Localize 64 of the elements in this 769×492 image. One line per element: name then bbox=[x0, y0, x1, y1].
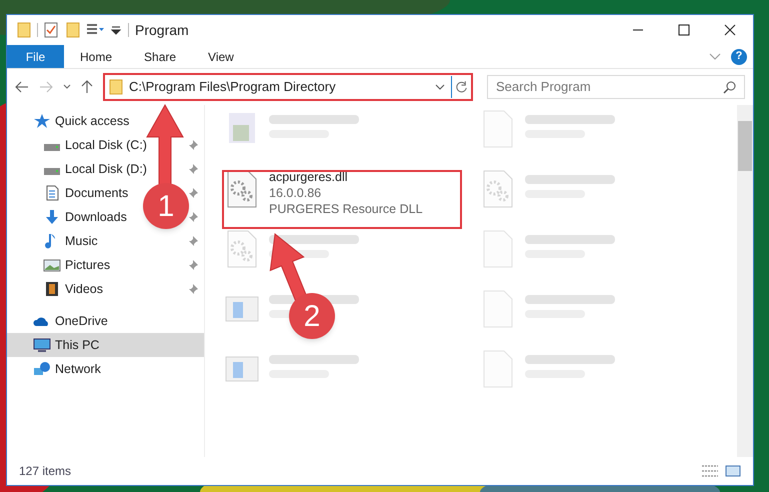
toolbar-divider bbox=[128, 23, 129, 37]
pin-icon[interactable] bbox=[188, 164, 198, 174]
sidebar-item[interactable]: Videos bbox=[43, 280, 103, 298]
monitor-icon bbox=[33, 337, 51, 353]
pin-icon[interactable] bbox=[188, 260, 198, 270]
scrollbar-thumb[interactable] bbox=[738, 121, 752, 171]
download-icon bbox=[43, 209, 61, 225]
dropdown-icon[interactable] bbox=[110, 25, 122, 35]
chevron-down-icon[interactable] bbox=[435, 84, 445, 90]
search-input[interactable]: Search Program bbox=[496, 77, 723, 97]
properties-icon[interactable] bbox=[44, 22, 58, 38]
gear-file-icon bbox=[225, 169, 259, 209]
file-item[interactable]: acpurgeres.dll 16.0.0.86 PURGERES Resource DLL bbox=[269, 169, 423, 217]
file-detail: PURGERES Resource DLL bbox=[269, 201, 423, 217]
folder-icon bbox=[17, 22, 31, 38]
new-folder-icon bbox=[66, 22, 80, 38]
view-options-icon[interactable] bbox=[86, 23, 106, 37]
ribbon-tab[interactable]: Home bbox=[64, 45, 128, 68]
chevron-down-icon[interactable] bbox=[63, 84, 71, 90]
drive-icon bbox=[43, 144, 61, 150]
pin-icon[interactable] bbox=[188, 140, 198, 150]
drive-icon bbox=[43, 168, 61, 174]
file-name: acpurgeres.dll bbox=[269, 169, 349, 185]
file-icon bbox=[481, 229, 515, 269]
film-icon bbox=[43, 281, 61, 297]
pin-icon[interactable] bbox=[188, 188, 198, 198]
up-arrow-icon[interactable] bbox=[81, 80, 93, 94]
scrollbar[interactable] bbox=[737, 105, 753, 457]
ribbon-tab[interactable]: Share bbox=[128, 45, 192, 68]
sidebar-item[interactable]: Pictures bbox=[43, 256, 110, 274]
search-field[interactable]: Search Program bbox=[487, 75, 745, 99]
sidebar-item[interactable]: OneDrive bbox=[33, 312, 108, 330]
file-icon bbox=[481, 349, 515, 389]
search-icon[interactable] bbox=[723, 80, 736, 94]
file-icon bbox=[481, 109, 515, 149]
pin-icon[interactable] bbox=[188, 236, 198, 246]
address-path: C:\Program Files\Program Directory bbox=[129, 78, 337, 96]
sidebar-item[interactable]: Local Disk (C:) bbox=[43, 136, 147, 154]
gear-file-icon bbox=[481, 169, 515, 209]
network-icon bbox=[33, 361, 51, 377]
sidebar-item[interactable]: Network bbox=[33, 360, 101, 378]
address-bar[interactable]: C:\Program Files\Program Directory bbox=[103, 73, 473, 101]
sidebar-item[interactable]: Quick access bbox=[33, 112, 130, 130]
details-view-icon[interactable] bbox=[701, 464, 719, 478]
pictures-icon bbox=[43, 257, 61, 273]
gear-file-icon bbox=[225, 229, 259, 269]
window-title: Program bbox=[135, 20, 189, 40]
sidebar-item[interactable]: Downloads bbox=[43, 208, 127, 226]
folder-icon bbox=[109, 79, 123, 95]
ribbon-tab[interactable]: View bbox=[192, 45, 250, 68]
help-button[interactable]: ? bbox=[731, 48, 747, 64]
file-detail: 16.0.0.86 bbox=[269, 185, 322, 201]
sidebar-item[interactable]: Documents bbox=[43, 184, 128, 202]
sidebar-item[interactable]: Music bbox=[43, 232, 98, 250]
file-icon bbox=[481, 289, 515, 329]
large-icons-view-icon[interactable] bbox=[725, 464, 741, 478]
sidebar-item[interactable]: Local Disk (D:) bbox=[43, 160, 147, 178]
pin-icon[interactable] bbox=[188, 284, 198, 294]
back-arrow-icon[interactable] bbox=[15, 81, 29, 93]
toolbar-divider bbox=[37, 23, 38, 37]
item-count: 127 items bbox=[19, 463, 72, 480]
star-icon bbox=[33, 113, 51, 129]
ribbon-tab[interactable]: File bbox=[7, 45, 64, 68]
pin-icon[interactable] bbox=[188, 212, 198, 222]
